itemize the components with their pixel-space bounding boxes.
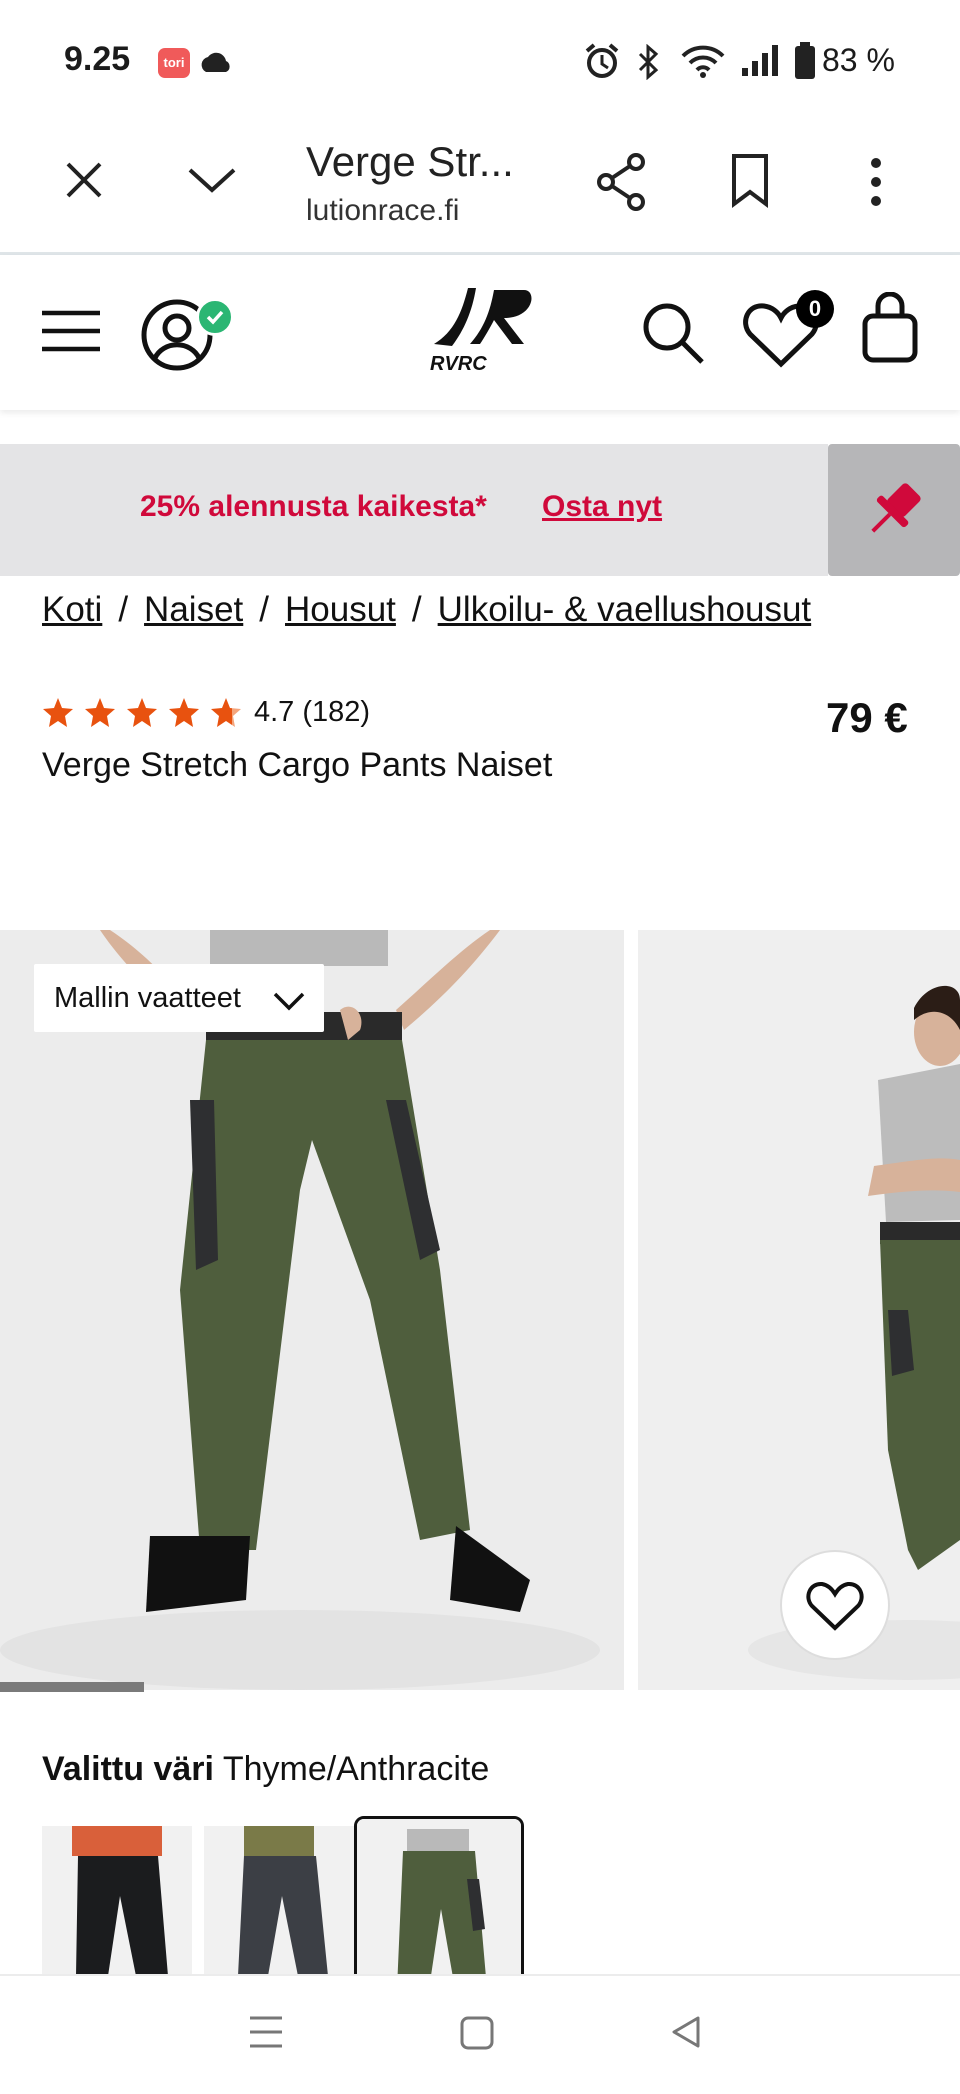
model-clothing-label: Mallin vaatteet — [54, 982, 241, 1014]
selected-color-value: Thyme/Anthracite — [222, 1750, 490, 1788]
bluetooth-icon — [638, 44, 659, 80]
breadcrumb-separator: / — [118, 590, 129, 629]
battery-percent: 83 % — [822, 42, 895, 78]
gallery-scroll-indicator — [0, 1682, 144, 1692]
breadcrumb-pants[interactable]: Housut — [285, 590, 396, 629]
more-vert-icon[interactable] — [866, 156, 886, 208]
add-to-wishlist-button[interactable] — [780, 1550, 890, 1660]
pin-icon — [871, 483, 921, 533]
breadcrumb-separator: / — [259, 590, 269, 629]
tab-title[interactable]: Verge Str... — [306, 138, 514, 186]
promo-text: 25% alennusta kaikesta* — [140, 490, 487, 523]
tori-app-icon: tori — [158, 48, 190, 78]
battery-icon — [795, 42, 815, 79]
breadcrumb-home[interactable]: Koti — [42, 590, 102, 629]
color-swatch-selected[interactable] — [354, 1816, 524, 1992]
color-swatch[interactable] — [42, 1826, 192, 1976]
wifi-icon — [681, 45, 725, 78]
recent-apps-icon[interactable] — [248, 2014, 284, 2050]
back-icon[interactable] — [668, 2014, 702, 2050]
logged-in-check-icon — [196, 298, 234, 336]
signal-icon — [742, 45, 778, 76]
promo-pin-button[interactable] — [828, 444, 960, 576]
logo-text: RVRC — [430, 353, 487, 375]
search-icon[interactable] — [640, 300, 706, 366]
status-bar — [0, 0, 960, 120]
promo-shop-now-link[interactable]: Osta nyt — [542, 490, 662, 524]
selected-color-label: Valittu väri — [42, 1750, 214, 1788]
chevron-down-icon — [273, 992, 305, 1011]
product-photo — [0, 930, 624, 1690]
breadcrumb-women[interactable]: Naiset — [144, 590, 243, 629]
breadcrumb: Koti / Naiset / Housut / Ulkoilu- & vaellushou… — [42, 590, 811, 630]
chevron-down-icon[interactable] — [186, 164, 238, 194]
product-price: 79 € — [826, 694, 908, 741]
rating-summary[interactable]: 4.7 (182) — [254, 696, 370, 729]
swatch-photo — [357, 1819, 521, 1989]
swatch-photo — [42, 1826, 192, 1976]
tab-url[interactable]: lutionrace.fi — [306, 194, 459, 228]
cloud-icon — [201, 52, 230, 72]
share-icon[interactable] — [594, 152, 650, 212]
product-name: Verge Stretch Cargo Pants Naiset — [42, 746, 553, 784]
breadcrumb-separator: / — [411, 590, 422, 629]
breadcrumb-outdoor-pants[interactable]: Ulkoilu- & vaellushousut — [438, 590, 812, 629]
home-icon[interactable] — [460, 2016, 494, 2050]
product-image-main[interactable] — [0, 930, 624, 1690]
menu-icon[interactable] — [40, 308, 102, 354]
color-swatch[interactable] — [204, 1826, 354, 1976]
heart-icon — [806, 1582, 864, 1631]
shopping-bag-icon[interactable] — [862, 292, 918, 364]
close-icon[interactable] — [62, 158, 106, 202]
swatch-photo — [204, 1826, 354, 1976]
alarm-icon — [585, 43, 619, 78]
selected-color: Valittu väri Thyme/Anthracite — [42, 1750, 489, 1789]
wishlist-count-badge: 0 — [796, 290, 834, 328]
status-time: 9.25 — [64, 40, 131, 78]
bookmark-icon[interactable] — [728, 152, 772, 208]
rating-stars[interactable] — [42, 696, 246, 730]
rvrc-logo[interactable]: RVRC — [424, 282, 534, 376]
